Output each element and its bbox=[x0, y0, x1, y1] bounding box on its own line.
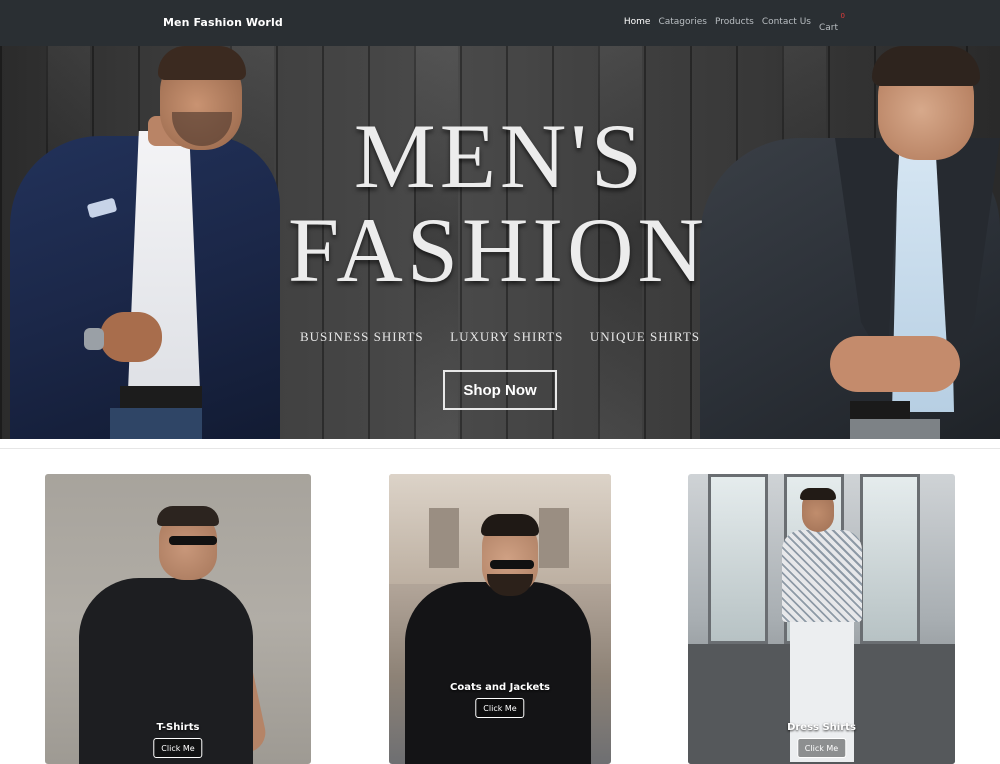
nav-link-home[interactable]: Home bbox=[624, 17, 651, 35]
sunglasses-icon bbox=[490, 560, 534, 569]
model-hair bbox=[800, 488, 836, 500]
model-pants bbox=[850, 419, 940, 439]
category-card-dress-shirts[interactable]: Dress Shirts Click Me bbox=[688, 474, 955, 764]
click-me-button[interactable]: Click Me bbox=[796, 738, 847, 758]
watch-icon bbox=[84, 328, 104, 350]
hero-subtitle-list: BUSINESS SHIRTS LUXURY SHIRTS UNIQUE SHI… bbox=[300, 329, 700, 345]
sunglasses-icon bbox=[169, 536, 217, 545]
model-hair bbox=[157, 506, 219, 526]
nav-link-products[interactable]: Products bbox=[715, 17, 754, 35]
glass-panel bbox=[708, 474, 768, 644]
model-hair bbox=[158, 46, 246, 80]
brand-logo[interactable]: Men Fashion World bbox=[163, 16, 283, 29]
cart-count-badge: 0 bbox=[840, 12, 845, 20]
model-belt bbox=[850, 401, 910, 421]
glass-panel bbox=[860, 474, 920, 644]
model-shirt bbox=[782, 530, 862, 622]
model-jeans bbox=[110, 408, 202, 439]
hero-subtitle-unique: UNIQUE SHIRTS bbox=[589, 329, 700, 344]
nav-link-contact[interactable]: Contact Us bbox=[762, 17, 811, 35]
model-hair bbox=[481, 514, 539, 536]
model-tshirt bbox=[79, 578, 253, 764]
hero-model-right bbox=[700, 46, 1000, 439]
model-jacket bbox=[405, 582, 591, 764]
hero-subtitle-luxury: LUXURY SHIRTS bbox=[450, 329, 564, 344]
building-window bbox=[429, 508, 459, 568]
building-window bbox=[539, 508, 569, 568]
hero-subtitle-business: BUSINESS SHIRTS bbox=[300, 329, 424, 344]
category-label: Coats and Jackets bbox=[450, 682, 550, 693]
hero-banner: MEN'S FASHION BUSINESS SHIRTS LUXURY SHI… bbox=[0, 46, 1000, 439]
model-belt bbox=[120, 386, 202, 410]
hero-title-line-1: MEN'S bbox=[353, 105, 647, 207]
nav-link-categories[interactable]: Catagories bbox=[658, 17, 707, 35]
navbar: Men Fashion World Home Catagories Produc… bbox=[0, 0, 1000, 46]
hero-model-left bbox=[0, 46, 290, 439]
section-divider bbox=[0, 448, 1000, 449]
cart-link-wrapper: Cart 0 bbox=[819, 12, 845, 35]
category-label: Dress Shirts bbox=[787, 722, 856, 733]
click-me-button[interactable]: Click Me bbox=[153, 738, 203, 758]
nav-link-cart[interactable]: Cart bbox=[819, 23, 838, 33]
model-hair bbox=[872, 46, 980, 86]
model-hand bbox=[100, 312, 162, 362]
category-card-coats[interactable]: Coats and Jackets Click Me bbox=[389, 474, 611, 764]
model-hands bbox=[830, 336, 960, 392]
category-label: T-Shirts bbox=[156, 722, 200, 733]
shop-now-button[interactable]: Shop Now bbox=[443, 370, 557, 410]
hero-title-line-2: FASHION bbox=[288, 199, 708, 301]
click-me-button[interactable]: Click Me bbox=[475, 698, 525, 718]
nav-links: Home Catagories Products Contact Us Cart… bbox=[624, 12, 845, 35]
category-card-tshirts[interactable]: T-Shirts Click Me bbox=[45, 474, 311, 764]
